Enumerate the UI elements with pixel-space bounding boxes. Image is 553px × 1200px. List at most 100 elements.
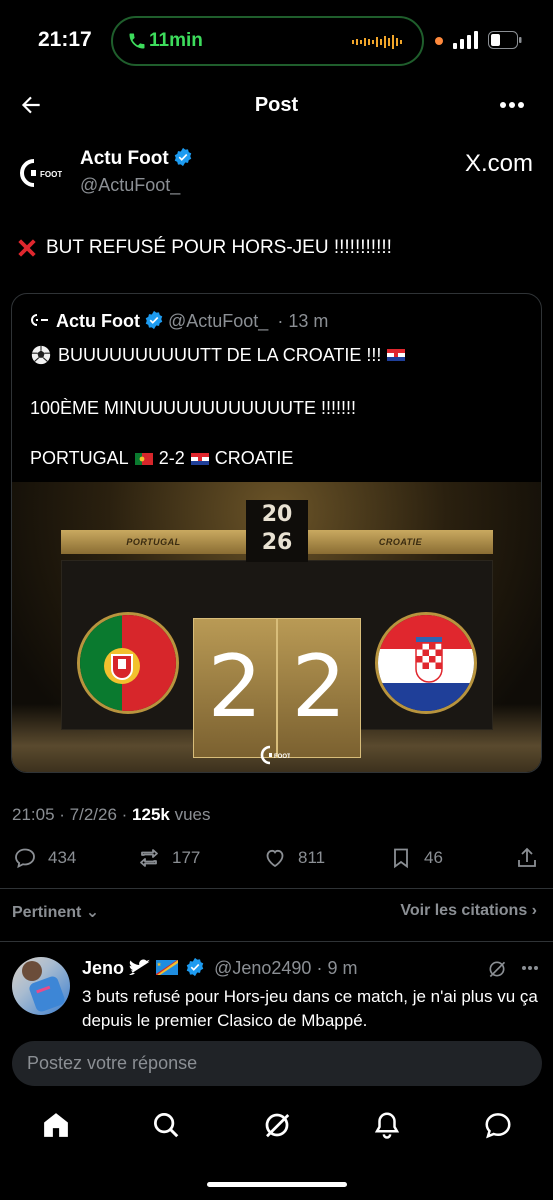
croatia-flag-badge: [375, 612, 477, 714]
world-cup-2026-logo: 20 26: [246, 500, 308, 562]
quote-line-2: 100ÈME MINUUUUUUUUUUUUTE !!!!!!!: [30, 398, 356, 419]
x-com-label: X.com: [465, 150, 533, 178]
quote-author-handle: @ActuFoot_: [167, 311, 269, 331]
bird-icon: [129, 959, 151, 976]
divider: [0, 941, 553, 942]
reply-header: Jeno @Jeno2490 · 9 m: [82, 957, 357, 979]
post-actions: 434 177 811 46: [0, 840, 553, 876]
post-views-count: 125k: [132, 805, 170, 824]
post-meta: 21:05 · 7/2/26 · 125k vues: [12, 805, 211, 825]
sort-label: Pertinent: [12, 904, 82, 921]
croatia-flag-icon: [190, 452, 209, 465]
citations-label: Voir les citations: [400, 902, 528, 919]
post-text-row: BUT REFUSÉ POUR HORS-JEU !!!!!!!!!!!: [14, 235, 392, 261]
author-name-row[interactable]: Actu Foot: [80, 147, 193, 170]
quoted-post[interactable]: Actu Foot @ActuFoot_ · 13 m BUUUUUUUUUUTT…: [11, 293, 542, 773]
reply-author-handle: @Jeno2490: [214, 958, 312, 978]
cross-mark-icon: [18, 239, 36, 257]
verified-badge-icon: [186, 957, 204, 977]
quote-line-1-text: BUUUUUUUUUUTT DE LA CROATIE !!!: [58, 344, 382, 365]
reply-author-name: Jeno: [82, 958, 125, 978]
repost-count: 177: [172, 848, 201, 867]
home-icon[interactable]: [41, 1110, 71, 1140]
quote-author-name: Actu Foot: [56, 311, 140, 331]
actu-foot-logo: FOOT: [20, 159, 62, 187]
audio-wave-icon: [352, 35, 402, 49]
notifications-icon[interactable]: [372, 1110, 402, 1140]
avatar[interactable]: [12, 957, 70, 1015]
bookmark-count: 46: [424, 848, 443, 867]
score-left: 2: [207, 637, 263, 737]
reply-button[interactable]: 434: [12, 846, 76, 870]
phone-icon: [129, 33, 145, 49]
score-right: 2: [291, 637, 347, 737]
messages-icon[interactable]: [483, 1110, 513, 1140]
scoreboard-graphic: PORTUGAL CROATIE 20 26 2 2: [61, 500, 493, 758]
view-quotes-link[interactable]: Voir les citations ›: [400, 902, 537, 920]
quote-media-image[interactable]: PORTUGAL CROATIE 20 26 2 2 FOOT: [12, 482, 541, 772]
grok-icon[interactable]: [487, 959, 507, 979]
reply-composer[interactable]: [12, 1041, 542, 1086]
share-button[interactable]: [514, 846, 540, 870]
like-count: 811: [298, 848, 326, 867]
actu-foot-logo: [31, 314, 48, 326]
chevron-down-icon: ⌄: [85, 904, 100, 921]
status-bar: 21:17 11min: [0, 0, 553, 84]
avatar-image: [22, 961, 65, 1012]
portugal-flag-icon: [134, 452, 153, 465]
quote-team-left: PORTUGAL: [30, 448, 129, 468]
svg-text:FOOT: FOOT: [40, 170, 62, 179]
author-name: Actu Foot: [80, 148, 169, 169]
logo-year-top: 20: [261, 502, 293, 527]
portugal-flag-badge: [77, 612, 179, 714]
reply-text: 3 buts refusé pour Hors-jeu dans ce matc…: [82, 987, 538, 1030]
post-views-label: vues: [169, 805, 211, 824]
post-author[interactable]: FOOT Actu Foot @ActuFoot_ X.com: [0, 145, 553, 205]
quote-line-2-text: 100ÈME MINUUUUUUUUUUUUTE !!!!!!!: [30, 398, 357, 418]
quote-header: Actu Foot @ActuFoot_ · 13 m: [30, 310, 328, 332]
bookmark-icon: [394, 848, 408, 869]
verified-badge-icon: [145, 310, 163, 330]
score-box-right: 2: [277, 618, 361, 758]
croatia-flag-icon: [387, 349, 406, 361]
repost-button[interactable]: 177: [136, 846, 200, 870]
svg-text:FOOT: FOOT: [274, 754, 290, 760]
quote-score: 2-2: [158, 448, 185, 468]
privacy-indicator: [435, 37, 443, 45]
sort-replies-dropdown[interactable]: Pertinent ⌄: [12, 902, 99, 922]
quote-time: · 13 m: [277, 311, 329, 331]
reply-time: · 9 m: [316, 958, 358, 978]
logo-year-bottom: 26: [261, 530, 293, 555]
soccer-ball-icon: [31, 345, 51, 365]
banner-team-left: PORTUGAL: [126, 537, 181, 547]
author-handle: @ActuFoot_: [80, 175, 181, 195]
repost-icon: [140, 849, 158, 867]
quote-team-right: CROATIE: [214, 448, 294, 468]
reply-icon: [15, 848, 35, 869]
quote-line-1: BUUUUUUUUUUTT DE LA CROATIE !!!: [30, 344, 406, 366]
top-bar: Post: [0, 84, 553, 128]
bookmark-button[interactable]: 46: [388, 846, 443, 870]
score-box-left: 2: [193, 618, 277, 758]
heart-icon: [266, 849, 284, 868]
more-horizontal-icon[interactable]: [499, 96, 525, 114]
reply-input[interactable]: [12, 1041, 542, 1086]
quote-line-3: PORTUGAL 2-2 CROATIE: [30, 448, 293, 469]
banner-left: PORTUGAL: [61, 530, 246, 554]
dr-congo-flag-icon: [156, 960, 179, 975]
grok-icon[interactable]: [262, 1110, 292, 1140]
more-horizontal-icon[interactable]: [521, 965, 539, 971]
post-timestamp: 21:05 · 7/2/26 ·: [12, 805, 133, 824]
verified-badge-icon: [174, 147, 191, 167]
call-duration: 11min: [149, 30, 203, 51]
source-label: X.com: [464, 150, 533, 177]
search-icon[interactable]: [151, 1110, 181, 1140]
like-button[interactable]: 811: [262, 846, 325, 870]
call-indicator[interactable]: 11min: [111, 16, 424, 66]
page-title: Post: [254, 94, 299, 116]
banner-right: CROATIE: [308, 530, 493, 554]
banner-team-right: CROATIE: [378, 537, 423, 547]
reply-item[interactable]: Jeno @Jeno2490 · 9 m 3 buts refusé pour …: [0, 955, 553, 1033]
status-time: 21:17: [38, 28, 92, 51]
reply-count: 434: [48, 848, 77, 867]
